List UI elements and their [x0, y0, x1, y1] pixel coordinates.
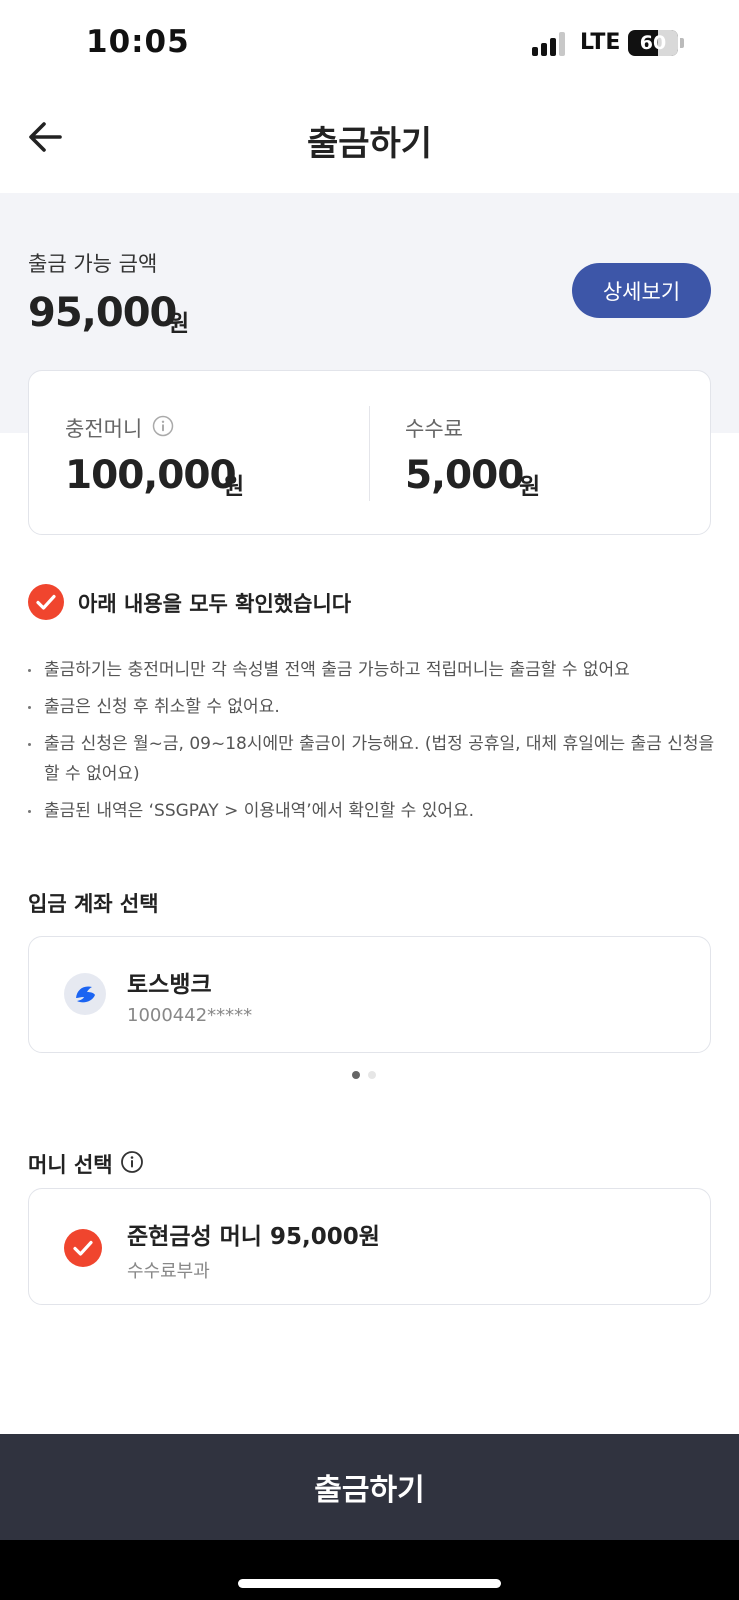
charge-money-label: 충전머니: [65, 417, 143, 441]
detail-button[interactable]: 상세보기: [572, 263, 711, 318]
status-time: 10:05: [86, 24, 190, 60]
battery-cap: [680, 38, 684, 48]
money-option-note: 수수료부과: [127, 1261, 210, 1282]
battery-percentage: 60: [639, 32, 667, 54]
notice-item: 출금하기는 충전머니만 각 속성별 전액 출금 가능하고 적립머니는 출금할 수…: [28, 655, 718, 685]
home-indicator[interactable]: [238, 1579, 501, 1588]
available-amount-label: 출금 가능 금액: [28, 252, 158, 276]
withdraw-button[interactable]: 출금하기: [0, 1434, 739, 1540]
notice-item: 출금은 신청 후 취소할 수 없어요.: [28, 692, 718, 722]
pager-dot-active[interactable]: [352, 1071, 360, 1079]
fee-label: 수수료: [405, 417, 463, 441]
money-option-name: 준현금성 머니 95,000원: [127, 1224, 380, 1250]
notice-item: 출금된 내역은 ‘SSGPAY > 이용내역’에서 확인할 수 있어요.: [28, 796, 718, 826]
check-icon: [36, 594, 56, 610]
page-title: 출금하기: [306, 124, 433, 164]
charge-money-unit: 원: [223, 474, 245, 500]
info-circle-icon[interactable]: [152, 415, 174, 437]
home-bar-area: [0, 1540, 739, 1600]
fee-unit: 원: [519, 474, 541, 500]
available-amount: 95,000: [28, 290, 177, 336]
available-amount-unit: 원: [168, 311, 190, 337]
check-icon: [73, 1240, 93, 1256]
charge-money-amount: 100,000: [65, 453, 237, 498]
nav-header: 출금하기: [0, 90, 739, 193]
account-number: 1000442*****: [127, 1005, 253, 1026]
money-section-title: 머니 선택: [28, 1153, 113, 1177]
status-bar: 10:05 LTE 60: [0, 0, 739, 90]
pager-dot[interactable]: [368, 1071, 376, 1079]
info-circle-icon[interactable]: [120, 1150, 144, 1174]
account-card[interactable]: 토스뱅크 1000442*****: [28, 936, 711, 1053]
bank-name: 토스뱅크: [127, 972, 212, 998]
breakdown-divider: [369, 406, 370, 501]
notice-item: 출금 신청은 월~금, 09~18시에만 출금이 가능해요. (법정 공휴일, …: [28, 729, 718, 789]
notice-list: 출금하기는 충전머니만 각 속성별 전액 출금 가능하고 적립머니는 출금할 수…: [28, 655, 718, 833]
network-type: LTE: [580, 30, 621, 55]
account-section-title: 입금 계좌 선택: [28, 892, 159, 916]
confirm-label[interactable]: 아래 내용을 모두 확인했습니다: [78, 588, 351, 618]
battery-icon: 60: [628, 30, 678, 56]
signal-strength-icon: [532, 32, 570, 56]
account-pager: [352, 1071, 382, 1081]
money-radio-checked[interactable]: [64, 1229, 102, 1267]
money-option-card[interactable]: 준현금성 머니 95,000원 수수료부과: [28, 1188, 711, 1305]
fee-amount: 5,000: [405, 453, 524, 498]
toss-bank-logo-icon: [64, 973, 106, 1015]
confirm-checkbox[interactable]: [28, 584, 64, 620]
breakdown-card: 충전머니 100,000 원 수수료 5,000 원: [28, 370, 711, 535]
